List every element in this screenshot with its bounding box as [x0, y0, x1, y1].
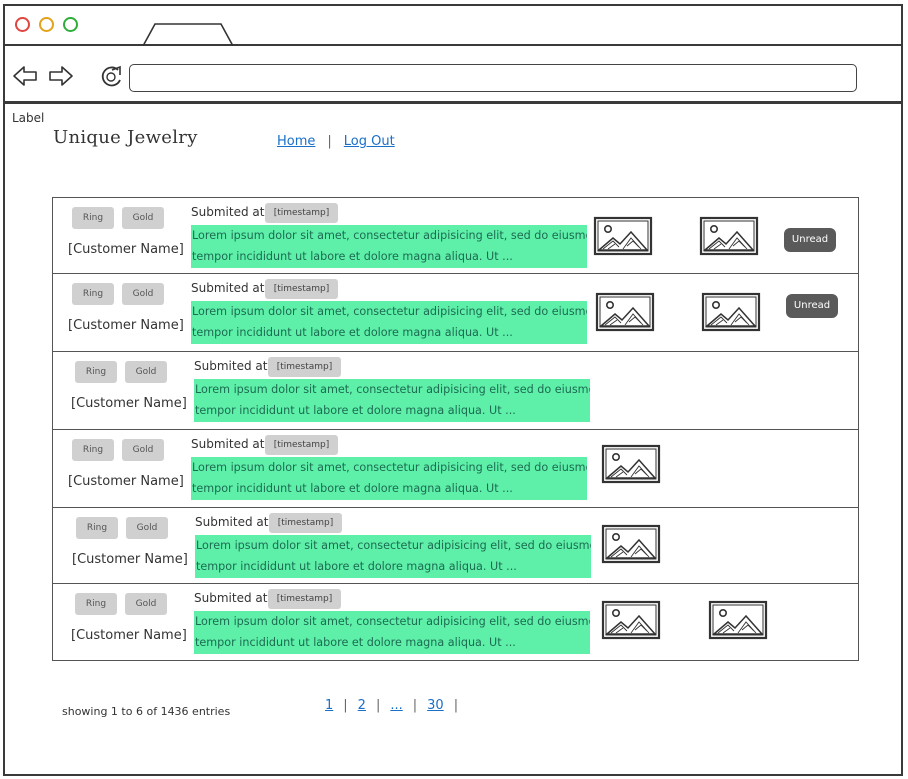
- image-placeholder-icon[interactable]: [708, 600, 768, 640]
- message-preview[interactable]: Lorem ipsum dolor sit amet, consectetur …: [194, 379, 590, 422]
- message-line-2: tempor incididunt ut labore et dolore ma…: [195, 404, 516, 417]
- page-link[interactable]: 1: [325, 698, 333, 713]
- maximize-dot-icon[interactable]: [63, 17, 78, 32]
- minimize-dot-icon[interactable]: [39, 17, 54, 32]
- label-text: Label: [12, 111, 45, 125]
- customer-name: [Customer Name]: [72, 552, 188, 567]
- message-line-1: Lorem ipsum dolor sit amet, consectetur …: [195, 383, 590, 396]
- image-placeholder-icon[interactable]: [699, 216, 759, 256]
- tag-ring[interactable]: Ring: [72, 283, 114, 305]
- customer-name: [Customer Name]: [68, 474, 184, 489]
- image-placeholder-icon[interactable]: [601, 444, 661, 484]
- page-content: Label Unique Jewelry Home | Log Out Ring Go…: [5, 104, 901, 774]
- tag-gold[interactable]: Gold: [122, 207, 164, 229]
- nav-separator: |: [327, 134, 332, 149]
- table-row[interactable]: Ring Gold [Customer Name] Submited at [times…: [53, 352, 858, 430]
- timestamp-badge: [timestamp]: [265, 435, 338, 455]
- tag-ring[interactable]: Ring: [75, 361, 117, 383]
- tag-gold[interactable]: Gold: [125, 593, 167, 615]
- tag-ring[interactable]: Ring: [75, 593, 117, 615]
- image-placeholder-icon[interactable]: [595, 292, 655, 332]
- page-link[interactable]: 30: [427, 698, 444, 713]
- arrow-left-icon[interactable]: [11, 64, 39, 88]
- message-line-2: tempor incididunt ut labore et dolore ma…: [195, 636, 516, 649]
- message-table: Ring Gold [Customer Name] Submited at [times…: [52, 197, 859, 661]
- image-placeholder-icon[interactable]: [601, 524, 661, 564]
- message-line-2: tempor incididunt ut labore et dolore ma…: [196, 560, 517, 573]
- message-preview[interactable]: Lorem ipsum dolor sit amet, consectetur …: [195, 535, 591, 578]
- tag-gold[interactable]: Gold: [122, 439, 164, 461]
- image-placeholder-icon[interactable]: [601, 600, 661, 640]
- home-link[interactable]: Home: [277, 134, 315, 149]
- submitted-label: Submited at: [191, 205, 265, 219]
- address-bar[interactable]: [129, 64, 857, 92]
- nav-bar: [5, 46, 901, 104]
- message-preview[interactable]: Lorem ipsum dolor sit amet, consectetur …: [191, 225, 587, 268]
- title-bar: [5, 6, 901, 46]
- table-row[interactable]: Ring Gold [Customer Name] Submited at [times…: [53, 198, 858, 274]
- logout-link[interactable]: Log Out: [344, 134, 395, 149]
- page-link[interactable]: ...: [390, 698, 402, 713]
- message-line-2: tempor incididunt ut labore et dolore ma…: [192, 250, 513, 263]
- reload-icon[interactable]: [98, 64, 126, 88]
- message-preview[interactable]: Lorem ipsum dolor sit amet, consectetur …: [191, 457, 587, 500]
- timestamp-badge: [timestamp]: [265, 203, 338, 223]
- pagination: 1 | 2 |... | 30 |: [325, 698, 468, 713]
- message-line-1: Lorem ipsum dolor sit amet, consectetur …: [192, 305, 587, 318]
- customer-name: [Customer Name]: [68, 318, 184, 333]
- submitted-label: Submited at: [191, 281, 265, 295]
- timestamp-badge: [timestamp]: [268, 357, 341, 377]
- browser-tab[interactable]: [141, 20, 235, 46]
- message-line-1: Lorem ipsum dolor sit amet, consectetur …: [192, 229, 587, 242]
- tag-ring[interactable]: Ring: [72, 207, 114, 229]
- tag-ring[interactable]: Ring: [76, 517, 118, 539]
- message-preview[interactable]: Lorem ipsum dolor sit amet, consectetur …: [194, 611, 590, 654]
- arrow-right-icon[interactable]: [47, 64, 75, 88]
- unread-button[interactable]: Unread: [786, 294, 838, 318]
- submitted-label: Submited at: [191, 437, 265, 451]
- tag-gold[interactable]: Gold: [125, 361, 167, 383]
- table-row[interactable]: Ring Gold [Customer Name] Submited at [times…: [53, 274, 858, 352]
- table-row[interactable]: Ring Gold [Customer Name] Submited at [times…: [53, 584, 858, 661]
- page-separator: |: [412, 698, 418, 713]
- page-separator: |: [453, 698, 459, 713]
- table-row[interactable]: Ring Gold [Customer Name] Submited at [times…: [53, 430, 858, 508]
- image-placeholder-icon[interactable]: [593, 216, 653, 256]
- submitted-label: Submited at: [194, 591, 268, 605]
- customer-name: [Customer Name]: [68, 242, 184, 257]
- submitted-label: Submited at: [194, 359, 268, 373]
- unread-button[interactable]: Unread: [784, 228, 836, 252]
- customer-name: [Customer Name]: [71, 628, 187, 643]
- tag-gold[interactable]: Gold: [126, 517, 168, 539]
- message-line-1: Lorem ipsum dolor sit amet, consectetur …: [196, 539, 591, 552]
- timestamp-badge: [timestamp]: [269, 513, 342, 533]
- submitted-label: Submited at: [195, 515, 269, 529]
- tag-ring[interactable]: Ring: [72, 439, 114, 461]
- message-line-2: tempor incididunt ut labore et dolore ma…: [192, 482, 513, 495]
- brand-title: Unique Jewelry: [53, 127, 198, 148]
- message-line-2: tempor incididunt ut labore et dolore ma…: [192, 326, 513, 339]
- message-line-1: Lorem ipsum dolor sit amet, consectetur …: [195, 615, 590, 628]
- top-nav: Home | Log Out: [277, 134, 395, 149]
- message-line-1: Lorem ipsum dolor sit amet, consectetur …: [192, 461, 587, 474]
- image-placeholder-icon[interactable]: [701, 292, 761, 332]
- page-separator: |: [375, 698, 381, 713]
- close-dot-icon[interactable]: [15, 17, 30, 32]
- timestamp-badge: [timestamp]: [265, 279, 338, 299]
- entries-info: showing 1 to 6 of 1436 entries: [62, 705, 231, 718]
- timestamp-badge: [timestamp]: [268, 589, 341, 609]
- tag-gold[interactable]: Gold: [122, 283, 164, 305]
- table-row[interactable]: Ring Gold [Customer Name] Submited at [times…: [53, 508, 858, 584]
- browser-window: Label Unique Jewelry Home | Log Out Ring Go…: [3, 4, 903, 776]
- page-link[interactable]: 2: [358, 698, 366, 713]
- page-separator: |: [343, 698, 348, 713]
- message-preview[interactable]: Lorem ipsum dolor sit amet, consectetur …: [191, 301, 587, 344]
- customer-name: [Customer Name]: [71, 396, 187, 411]
